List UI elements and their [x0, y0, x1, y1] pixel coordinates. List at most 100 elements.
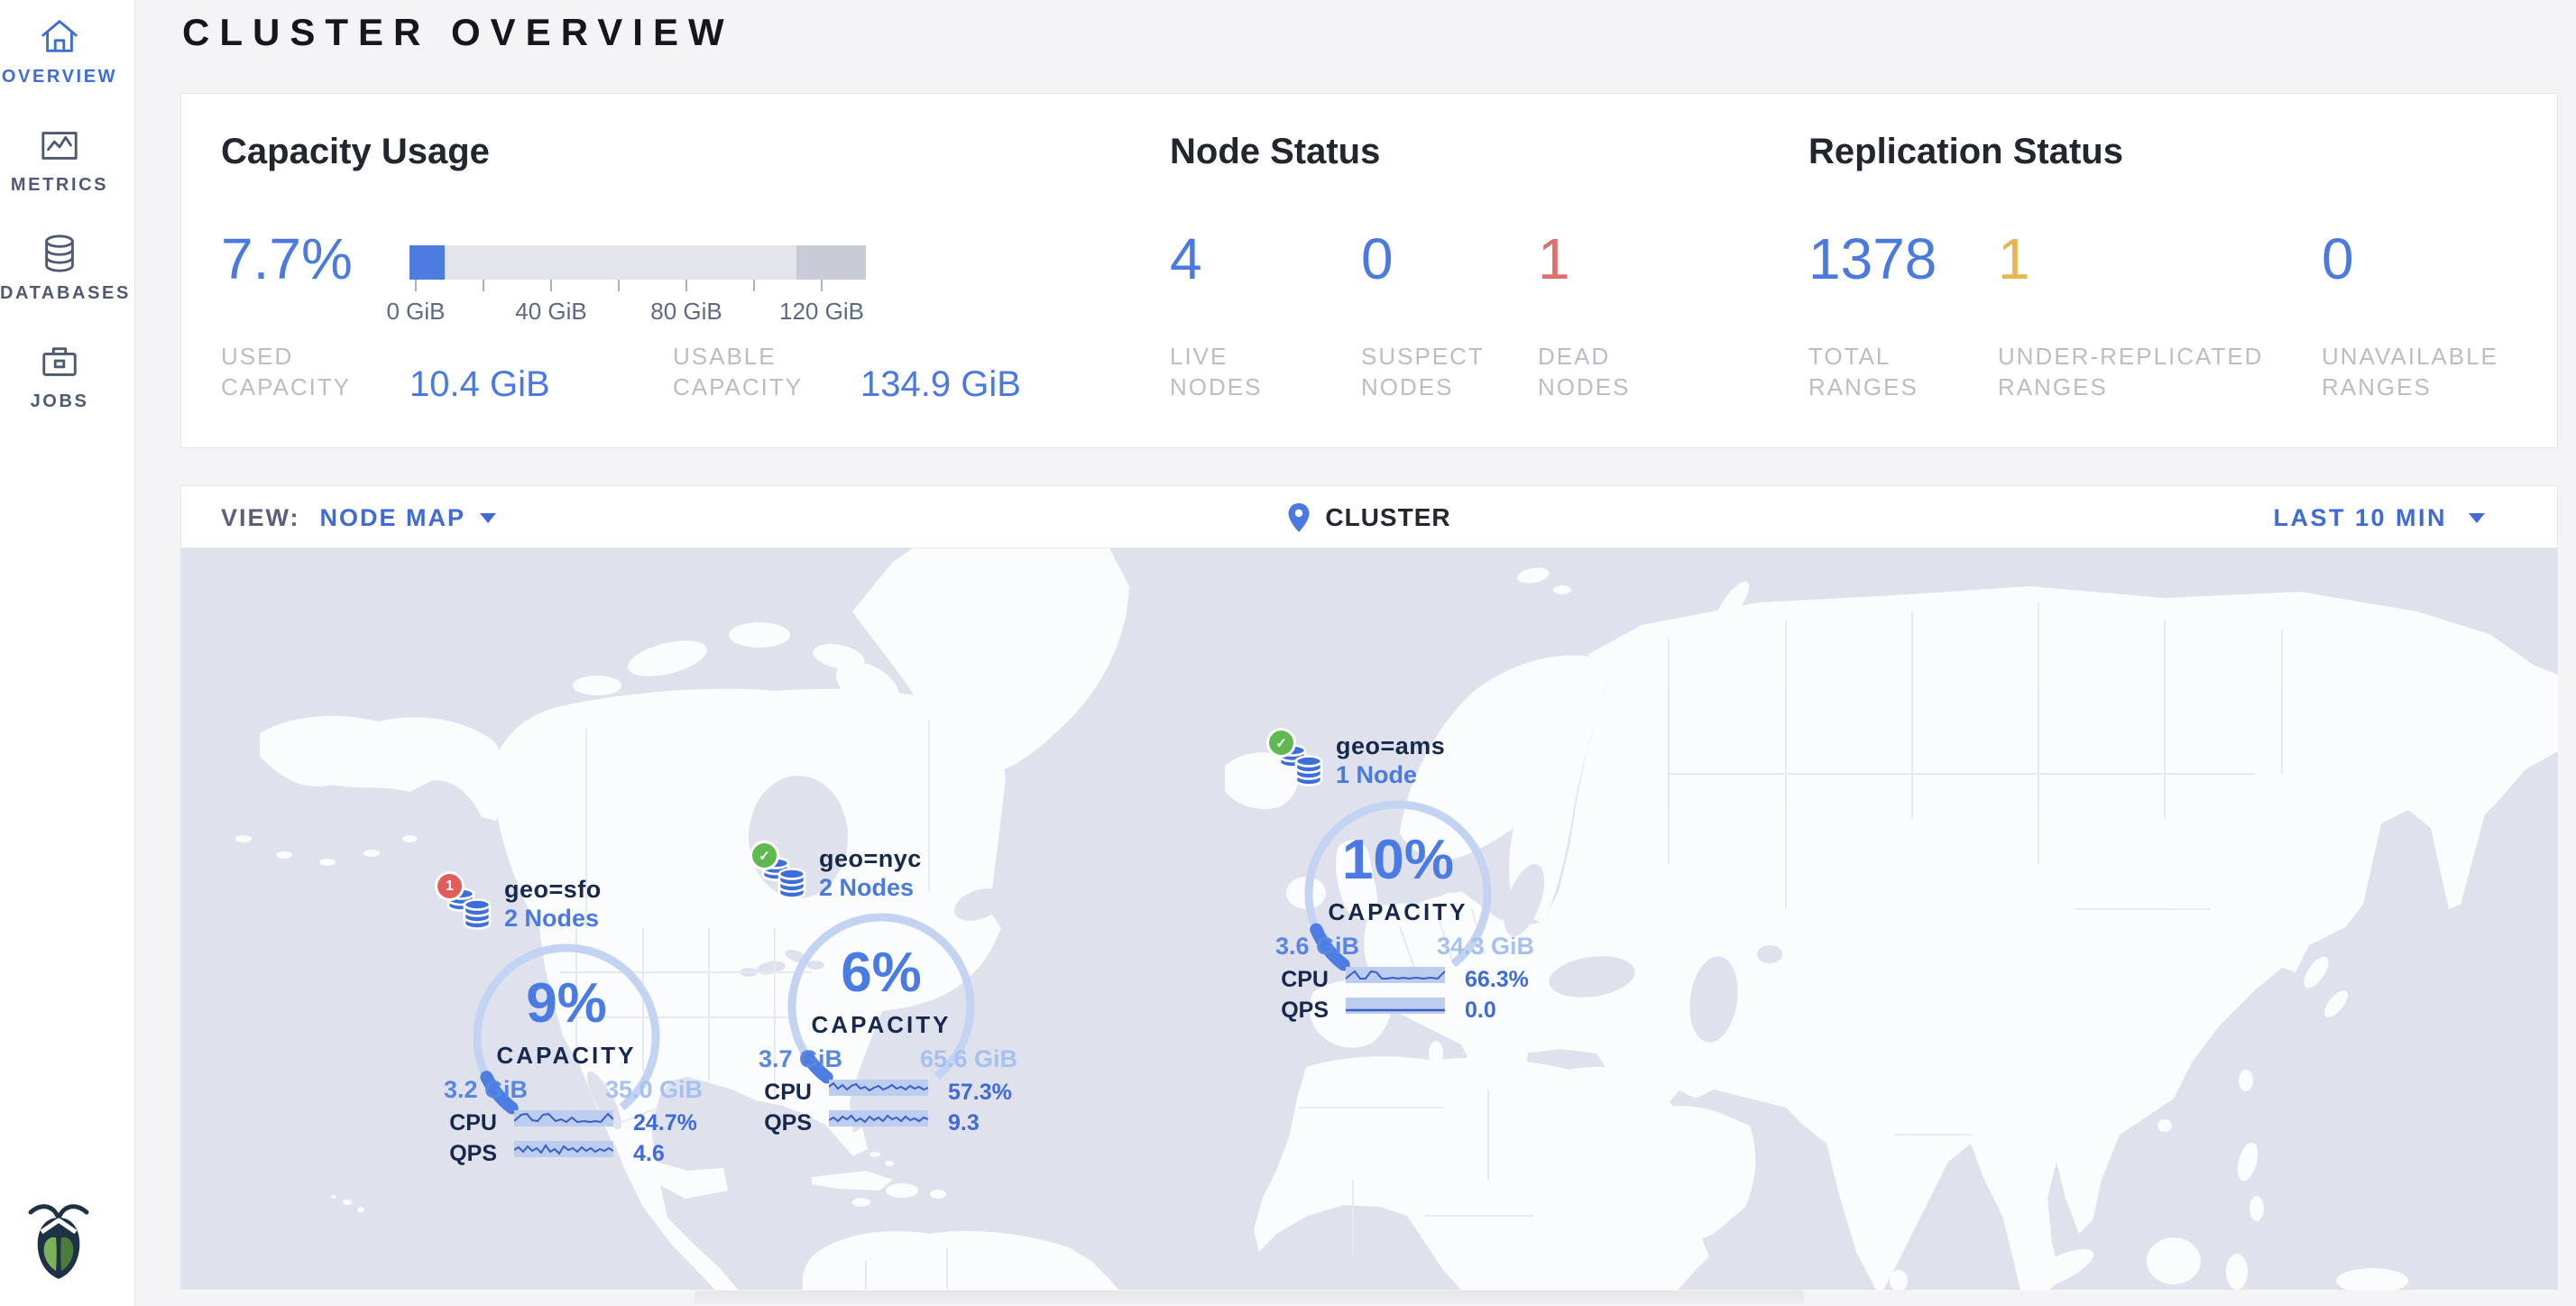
axis-tick	[753, 280, 755, 291]
healthy-check-badge	[752, 843, 777, 868]
node-status-title: Node Status	[1170, 132, 1380, 172]
capacity-gauge	[1299, 795, 1497, 993]
live-nodes-value: 4	[1170, 229, 1202, 289]
suspect-nodes-value: 0	[1361, 229, 1394, 289]
unavailable-ranges-value: 0	[2322, 229, 2354, 289]
cpu-label: CPU	[437, 1110, 497, 1136]
axis-tick	[618, 280, 620, 291]
sidebar-item-label: JOBS	[0, 391, 119, 412]
qps-sparkline	[829, 1110, 928, 1127]
qps-value: 9.3	[948, 1110, 980, 1136]
cluster-summary-panel: Capacity Usage 7.7% 0 GiB 40 GiB 80 GiB …	[180, 93, 2558, 448]
replication-status-title: Replication Status	[1808, 132, 2123, 172]
capacity-usable: 34.3 GiB	[1437, 933, 1554, 961]
capacity-usable: 35.0 GiB	[605, 1076, 722, 1104]
capacity-used: 3.6 GiB	[1269, 933, 1359, 961]
healthy-check-badge	[1269, 731, 1293, 755]
sidebar-item-databases[interactable]: DATABASES	[0, 233, 119, 304]
axis-tick	[483, 280, 484, 291]
locality-node-count[interactable]: 1 Node	[1336, 761, 1417, 789]
capacity-percent: 9%	[467, 975, 666, 1033]
suspect-nodes-label: SUSPECT NODES	[1361, 341, 1514, 402]
locality-name[interactable]: geo=nyc	[819, 845, 922, 873]
cpu-sparkline	[829, 1080, 928, 1096]
capacity-caption: CAPACITY	[1299, 898, 1497, 926]
capacity-bar	[409, 245, 866, 280]
qps-value: 4.6	[633, 1141, 665, 1167]
axis-tick-label: 120 GiB	[759, 298, 885, 326]
locality-name[interactable]: geo=sfo	[504, 876, 602, 904]
capacity-usage-title: Capacity Usage	[221, 132, 490, 172]
cpu-label: CPU	[752, 1080, 812, 1106]
sidebar-item-label: DATABASES	[0, 283, 119, 304]
sidebar: OVERVIEW METRICS DATABASES JOBS	[0, 0, 135, 1306]
axis-tick	[415, 280, 417, 291]
capacity-caption: CAPACITY	[782, 1011, 980, 1039]
sidebar-item-metrics[interactable]: METRICS	[0, 124, 119, 196]
sidebar-item-jobs[interactable]: JOBS	[0, 341, 119, 412]
dead-nodes-value: 1	[1538, 229, 1570, 289]
qps-sparkline	[1346, 998, 1445, 1014]
capacity-used: 3.2 GiB	[437, 1076, 528, 1104]
capacity-bar-fill	[409, 245, 445, 280]
qps-value: 0.0	[1465, 998, 1496, 1024]
locality-marker-nyc[interactable]: geo=nyc 2 Nodes 6% CAPACITY 3.7 GiB 65.6…	[752, 843, 1023, 1150]
qps-label: QPS	[752, 1110, 812, 1136]
metrics-chart-icon	[39, 124, 80, 166]
locality-marker-ams[interactable]: geo=ams 1 Node 10% CAPACITY 3.6 GiB 34.3…	[1269, 731, 1540, 1037]
usable-capacity-label: USABLE CAPACITY	[673, 341, 826, 402]
cockroachdb-logo[interactable]	[23, 1200, 94, 1281]
used-capacity-label: USED CAPACITY	[221, 341, 365, 402]
total-ranges-value: 1378	[1808, 229, 1937, 289]
qps-sparkline	[514, 1141, 613, 1157]
axis-tick	[685, 280, 687, 291]
capacity-usable: 65.6 GiB	[920, 1045, 1037, 1073]
axis-tick-label: 80 GiB	[623, 298, 750, 326]
chevron-down-icon	[2469, 513, 2485, 523]
used-capacity-value: 10.4 GiB	[409, 364, 550, 405]
axis-tick	[550, 280, 552, 291]
dead-node-badge: 1	[437, 874, 462, 898]
capacity-caption: CAPACITY	[467, 1042, 666, 1070]
capacity-percent: 10%	[1299, 832, 1497, 889]
sidebar-item-label: OVERVIEW	[0, 67, 119, 87]
usable-capacity-value: 134.9 GiB	[860, 364, 1021, 405]
cpu-value: 66.3%	[1465, 967, 1529, 993]
axis-tick-label: 0 GiB	[353, 298, 479, 326]
map-toolbar: VIEW: NODE MAP CLUSTER LAST 10 MIN	[180, 485, 2558, 548]
breadcrumb-cluster[interactable]: CLUSTER	[1325, 503, 1450, 532]
capacity-percent: 6%	[782, 944, 980, 1002]
capacity-gauge	[782, 907, 980, 1106]
time-range-dropdown[interactable]: LAST 10 MIN	[2273, 486, 2485, 549]
briefcase-icon	[39, 341, 80, 382]
cpu-value: 24.7%	[633, 1110, 697, 1136]
locality-node-count[interactable]: 2 Nodes	[819, 874, 914, 902]
qps-label: QPS	[1269, 998, 1329, 1024]
locality-node-count[interactable]: 2 Nodes	[504, 905, 599, 933]
capacity-used: 3.7 GiB	[752, 1045, 842, 1073]
dead-nodes-label: DEAD NODES	[1538, 341, 1691, 402]
sidebar-item-overview[interactable]: OVERVIEW	[0, 16, 119, 87]
node-map[interactable]: 1 geo=sfo 2 Nodes 9% CAPACITY 3.2 GiB 35…	[180, 548, 2558, 1290]
home-icon	[39, 16, 80, 58]
locality-marker-sfo[interactable]: 1 geo=sfo 2 Nodes 9% CAPACITY 3.2 GiB 35…	[437, 874, 708, 1181]
cpu-sparkline	[1346, 967, 1445, 983]
map-pin-icon	[1287, 502, 1311, 533]
horizontal-scrollbar[interactable]	[695, 1291, 1804, 1304]
cpu-sparkline	[514, 1110, 613, 1127]
cpu-label: CPU	[1269, 967, 1329, 993]
under-replicated-label: UNDER-REPLICATED RANGES	[1998, 341, 2277, 402]
capacity-gauge	[467, 938, 666, 1136]
database-icon	[39, 233, 80, 274]
capacity-pct: 7.7%	[221, 229, 353, 289]
page-title: CLUSTER OVERVIEW	[182, 11, 734, 54]
cpu-value: 57.3%	[948, 1080, 1012, 1106]
time-range-value: LAST 10 MIN	[2273, 504, 2447, 532]
qps-label: QPS	[437, 1141, 497, 1167]
axis-tick	[821, 280, 823, 291]
locality-name[interactable]: geo=ams	[1336, 732, 1445, 760]
sidebar-item-label: METRICS	[0, 175, 119, 196]
capacity-bar-reserved	[796, 245, 866, 280]
live-nodes-label: LIVE NODES	[1170, 341, 1323, 402]
total-ranges-label: TOTAL RANGES	[1808, 341, 1953, 402]
